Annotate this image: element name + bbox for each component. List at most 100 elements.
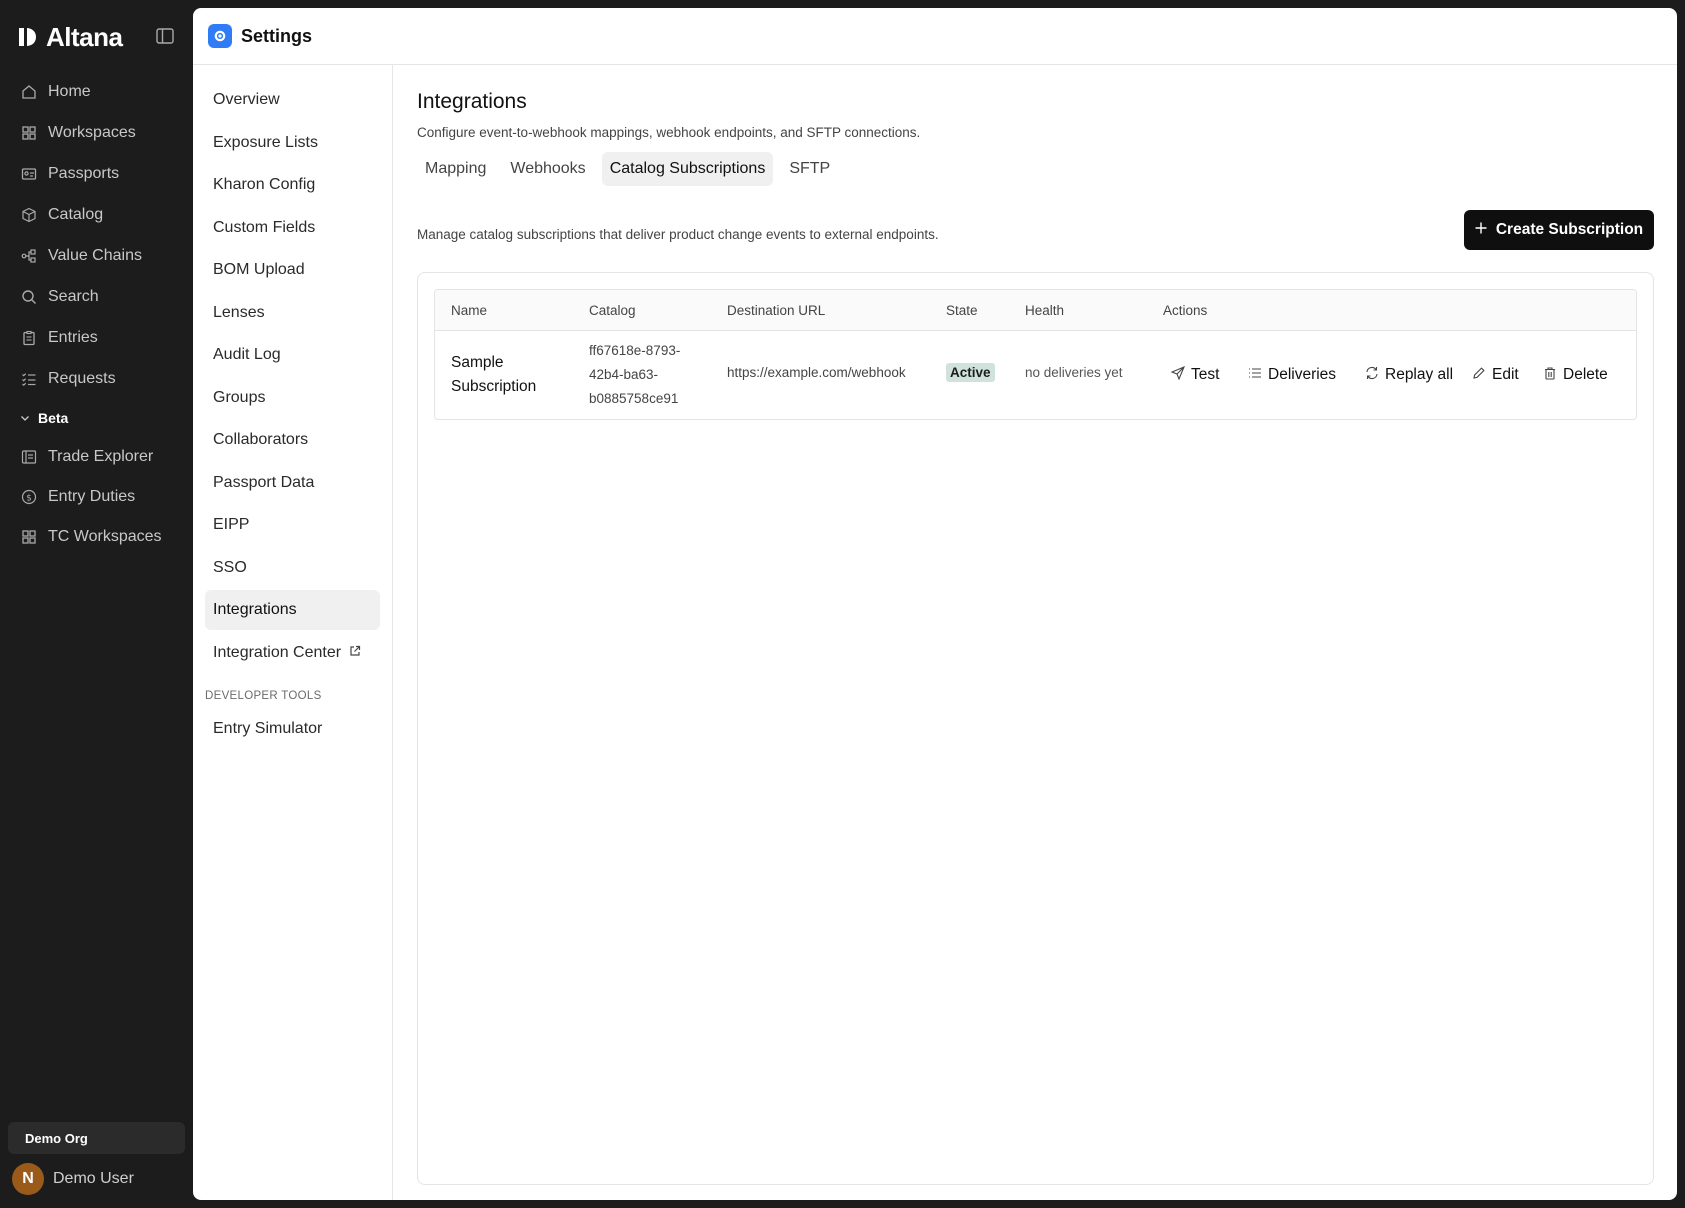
refresh-icon bbox=[1365, 366, 1379, 385]
column-header-destination-url: Destination URL bbox=[727, 303, 826, 318]
nav-item-value-chains[interactable]: Value Chains bbox=[8, 235, 185, 276]
nav-item-label: Search bbox=[48, 287, 99, 305]
clipboard-icon bbox=[20, 329, 38, 347]
nav-item-label: Catalog bbox=[48, 205, 104, 223]
brand-logo[interactable]: Altana bbox=[16, 22, 123, 52]
send-icon bbox=[1170, 365, 1186, 385]
settings-nav-integration-center[interactable]: Integration Center bbox=[205, 633, 380, 673]
nav-item-trade-explorer[interactable]: Trade Explorer bbox=[8, 437, 185, 477]
subscription-health: no deliveries yet bbox=[1025, 365, 1123, 380]
nav-beta-items: Trade Explorer $ Entry Duties TC Workspa… bbox=[8, 437, 185, 557]
nav-item-label: Passports bbox=[48, 164, 120, 182]
subscription-destination-url: https://example.com/webhook bbox=[727, 365, 906, 380]
delete-button[interactable]: Delete bbox=[1543, 363, 1608, 387]
section-title: Integrations bbox=[417, 90, 527, 113]
column-header-name: Name bbox=[451, 303, 488, 318]
nav-item-label: Entry Duties bbox=[48, 488, 136, 505]
deliveries-button[interactable]: Deliveries bbox=[1248, 363, 1336, 387]
page-title: Settings bbox=[241, 25, 313, 46]
grid-icon bbox=[20, 528, 38, 546]
column-header-health: Health bbox=[1025, 303, 1065, 318]
integrations-content: Integrations Configure event-to-webhook … bbox=[417, 65, 1677, 1200]
topbar: Settings bbox=[193, 8, 1677, 65]
nav-item-home[interactable]: Home bbox=[8, 71, 185, 112]
chevron-down-icon bbox=[20, 410, 30, 426]
subscription-name-line: Subscription bbox=[451, 378, 537, 395]
nav-item-requests[interactable]: Requests bbox=[8, 358, 185, 399]
nav-item-entry-duties[interactable]: $ Entry Duties bbox=[8, 477, 185, 517]
app-sidebar: Altana Home Workspaces Passports Catalog… bbox=[0, 0, 193, 1208]
nav-item-catalog[interactable]: Catalog bbox=[8, 194, 185, 235]
settings-nav-exposure-lists[interactable]: Exposure Lists bbox=[205, 123, 380, 163]
subscriptions-card: Name Catalog Destination URL State Healt… bbox=[417, 272, 1654, 1185]
action-label: Test bbox=[1191, 366, 1220, 383]
user-menu[interactable]: N Demo User bbox=[12, 1163, 134, 1195]
nav-item-label: Entries bbox=[48, 328, 98, 346]
settings-nav-groups[interactable]: Groups bbox=[205, 378, 380, 418]
nav-item-tc-workspaces[interactable]: TC Workspaces bbox=[8, 517, 185, 557]
edit-button[interactable]: Edit bbox=[1472, 363, 1519, 387]
tab-mapping[interactable]: Mapping bbox=[417, 152, 494, 186]
tab-webhooks[interactable]: Webhooks bbox=[502, 152, 593, 186]
column-header-actions: Actions bbox=[1163, 303, 1208, 318]
settings-nav-lenses[interactable]: Lenses bbox=[205, 293, 380, 333]
settings-nav-integrations[interactable]: Integrations bbox=[205, 590, 380, 630]
settings-nav-passport-data[interactable]: Passport Data bbox=[205, 463, 380, 503]
nav-item-search[interactable]: Search bbox=[8, 276, 185, 317]
user-name: Demo User bbox=[53, 1170, 134, 1187]
integration-tabs: Mapping Webhooks Catalog Subscriptions S… bbox=[417, 152, 838, 186]
org-switcher[interactable]: Demo Org bbox=[8, 1122, 185, 1154]
network-icon bbox=[20, 247, 38, 265]
test-button[interactable]: Test bbox=[1170, 363, 1220, 387]
sidebar-toggle-icon[interactable] bbox=[155, 27, 175, 45]
grid-icon bbox=[20, 124, 38, 142]
id-card-icon bbox=[20, 165, 38, 183]
main-panel: Settings Overview Exposure Lists Kharon … bbox=[193, 8, 1677, 1200]
developer-tools-heading: DEVELOPER TOOLS bbox=[205, 689, 322, 702]
nav-item-workspaces[interactable]: Workspaces bbox=[8, 112, 185, 153]
settings-nav-label: Integration Center bbox=[213, 643, 342, 661]
nav-group-label: Beta bbox=[38, 410, 69, 426]
table-row: Sample Subscription ff67618e-8793- 42b4-… bbox=[435, 331, 1636, 419]
column-header-catalog: Catalog bbox=[589, 303, 636, 318]
home-icon bbox=[20, 83, 38, 101]
subscription-name: Sample Subscription bbox=[451, 351, 536, 399]
search-icon bbox=[20, 288, 38, 306]
nav-item-label: Requests bbox=[48, 369, 116, 387]
explorer-icon bbox=[20, 448, 38, 466]
settings-nav-bom-upload[interactable]: BOM Upload bbox=[205, 250, 380, 290]
action-label: Replay all bbox=[1385, 366, 1454, 383]
settings-gear-icon bbox=[208, 24, 232, 48]
subscription-name-line: Sample bbox=[451, 354, 504, 371]
settings-nav: Overview Exposure Lists Kharon Config Cu… bbox=[193, 65, 393, 1200]
table-header: Name Catalog Destination URL State Healt… bbox=[435, 290, 1636, 331]
settings-nav-custom-fields[interactable]: Custom Fields bbox=[205, 208, 380, 248]
list-check-icon bbox=[20, 370, 38, 388]
nav-item-entries[interactable]: Entries bbox=[8, 317, 185, 358]
tab-catalog-subscriptions[interactable]: Catalog Subscriptions bbox=[601, 152, 774, 186]
tab-sftp[interactable]: SFTP bbox=[781, 152, 838, 186]
catalog-id-line: b0885758ce91 bbox=[589, 391, 679, 406]
subscriptions-table: Name Catalog Destination URL State Healt… bbox=[434, 289, 1637, 420]
plus-icon bbox=[1475, 221, 1487, 239]
dollar-circle-icon: $ bbox=[20, 488, 38, 506]
settings-nav-entry-simulator[interactable]: Entry Simulator bbox=[205, 709, 380, 749]
replay-all-button[interactable]: Replay all bbox=[1365, 363, 1453, 387]
nav-item-passports[interactable]: Passports bbox=[8, 153, 185, 194]
settings-nav-collaborators[interactable]: Collaborators bbox=[205, 420, 380, 460]
settings-nav-kharon-config[interactable]: Kharon Config bbox=[205, 165, 380, 205]
external-link-icon bbox=[349, 644, 361, 662]
main-nav: Home Workspaces Passports Catalog Value … bbox=[8, 71, 185, 557]
nav-item-label: Value Chains bbox=[48, 246, 142, 264]
nav-group-beta[interactable]: Beta bbox=[8, 399, 185, 437]
action-label: Delete bbox=[1563, 366, 1608, 383]
create-subscription-button[interactable]: Create Subscription bbox=[1464, 210, 1654, 250]
nav-item-label: Workspaces bbox=[48, 123, 136, 141]
settings-nav-eipp[interactable]: EIPP bbox=[205, 505, 380, 545]
catalog-id-line: ff67618e-8793- bbox=[589, 343, 681, 358]
action-label: Edit bbox=[1492, 366, 1519, 383]
create-subscription-label: Create Subscription bbox=[1495, 221, 1644, 238]
settings-nav-audit-log[interactable]: Audit Log bbox=[205, 335, 380, 375]
settings-nav-sso[interactable]: SSO bbox=[205, 548, 380, 588]
settings-nav-overview[interactable]: Overview bbox=[205, 80, 380, 120]
